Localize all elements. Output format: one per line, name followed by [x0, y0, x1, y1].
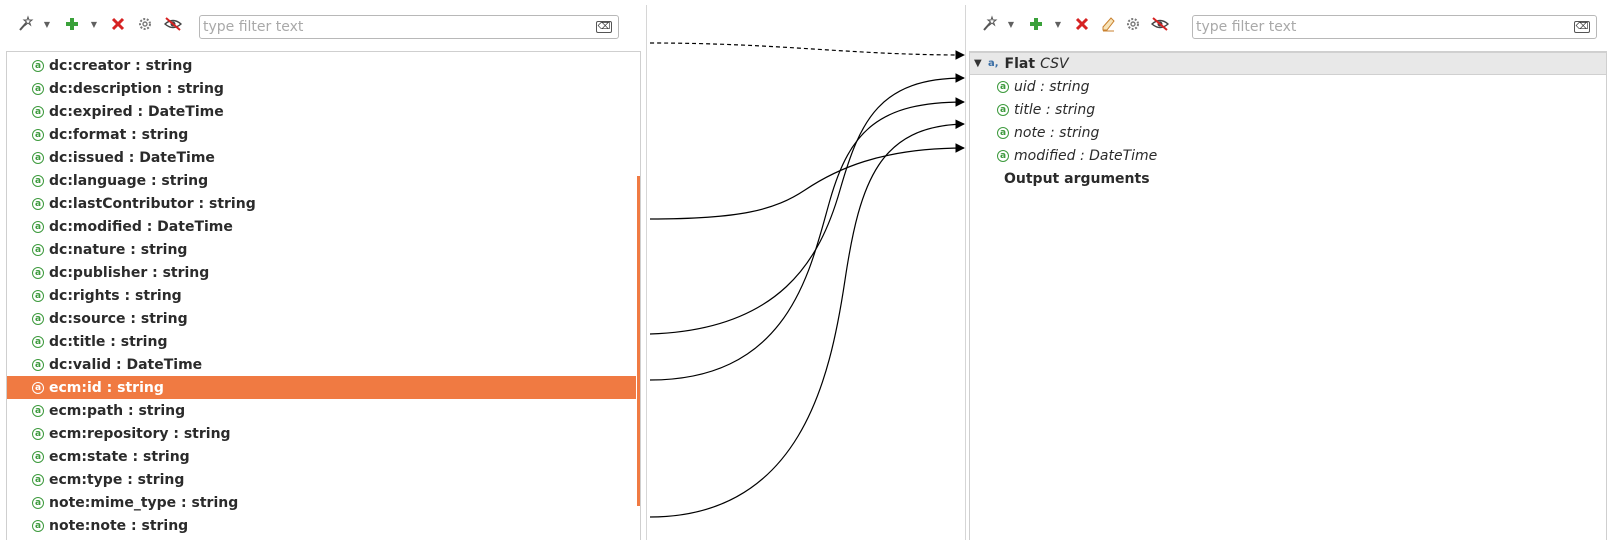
mapping-connectors — [649, 42, 965, 518]
mapping-link — [649, 119, 965, 518]
mapping-link — [649, 143, 965, 220]
mapping-link — [649, 73, 965, 335]
mapping-link-dashed — [649, 42, 965, 60]
mapping-link — [649, 97, 965, 381]
